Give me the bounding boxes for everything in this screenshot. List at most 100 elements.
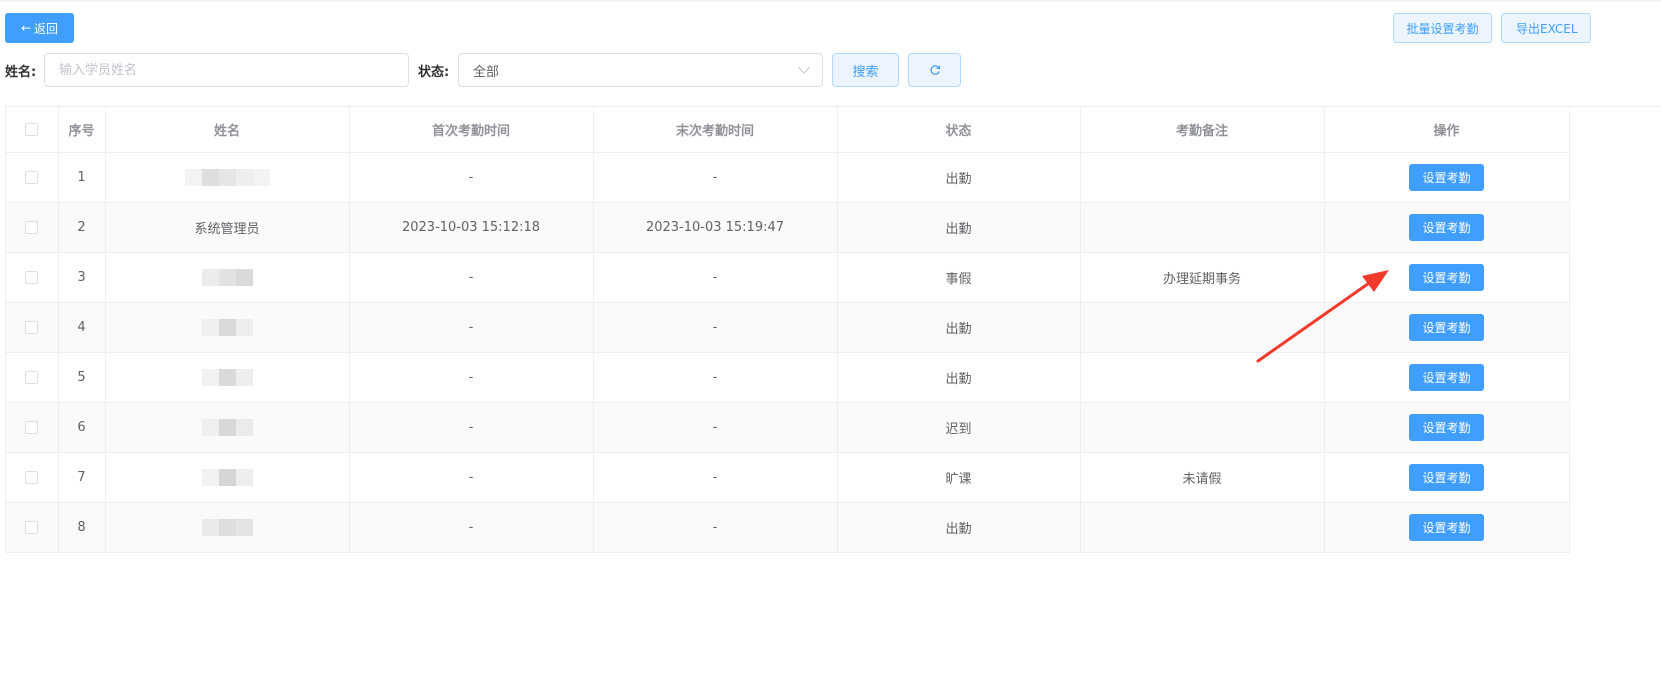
- name-search-input[interactable]: [44, 53, 409, 87]
- table-row: 6 - - 迟到 设置考勤: [6, 402, 1570, 453]
- row-last-time: -: [593, 352, 838, 403]
- row-status: 旷课: [837, 452, 1081, 503]
- row-index: 5: [58, 352, 106, 403]
- row-last-time: -: [593, 302, 838, 353]
- row-note: [1080, 502, 1325, 553]
- row-last-time: -: [593, 152, 838, 203]
- row-checkbox[interactable]: [25, 370, 39, 384]
- attendance-table: 序号 姓名 首次考勤时间 末次考勤时间 状态 考勤备注 操作 1 - - 出勤 …: [5, 106, 1661, 553]
- row-status: 出勤: [837, 302, 1081, 353]
- table-row: 8 - - 出勤 设置考勤: [6, 502, 1570, 553]
- table-header-row: 序号 姓名 首次考勤时间 末次考勤时间 状态 考勤备注 操作: [6, 107, 1570, 153]
- row-first-time: -: [349, 152, 594, 203]
- row-checkbox[interactable]: [25, 520, 39, 534]
- row-last-time: -: [593, 252, 838, 303]
- row-status: 出勤: [837, 502, 1081, 553]
- set-attendance-button[interactable]: 设置考勤: [1409, 263, 1484, 291]
- table-row: 1 - - 出勤 设置考勤: [6, 152, 1570, 203]
- set-attendance-button[interactable]: 设置考勤: [1409, 313, 1484, 341]
- row-status: 出勤: [837, 152, 1081, 203]
- search-button[interactable]: 搜索: [832, 53, 899, 87]
- row-checkbox[interactable]: [25, 170, 39, 184]
- row-name: 系统管理员: [105, 202, 350, 253]
- row-checkbox[interactable]: [25, 220, 39, 234]
- table-row: 4 - - 出勤 设置考勤: [6, 302, 1570, 353]
- blurred-name-image: [201, 268, 253, 286]
- row-name: [105, 302, 350, 353]
- set-attendance-button[interactable]: 设置考勤: [1409, 213, 1484, 241]
- row-name: [105, 352, 350, 403]
- header-name: 姓名: [105, 107, 350, 153]
- back-button-label: 返回: [34, 21, 59, 36]
- row-first-time: -: [349, 252, 594, 303]
- status-filter-label: 状态:: [418, 65, 450, 80]
- row-name: [105, 252, 350, 303]
- blurred-name-image: [201, 418, 253, 436]
- row-note: [1080, 302, 1325, 353]
- row-note: [1080, 152, 1325, 203]
- export-excel-button[interactable]: 导出EXCEL: [1501, 13, 1591, 43]
- header-last-time: 末次考勤时间: [593, 107, 838, 153]
- row-name: [105, 152, 350, 203]
- table-row: 3 - - 事假 办理延期事务 设置考勤: [6, 252, 1570, 303]
- blurred-name-image: [201, 368, 253, 386]
- row-first-time: -: [349, 402, 594, 453]
- row-note: [1080, 402, 1325, 453]
- row-last-time: 2023-10-03 15:19:47: [593, 202, 838, 253]
- status-select[interactable]: 全部: [458, 53, 823, 87]
- back-button[interactable]: ← 返回: [5, 13, 74, 43]
- set-attendance-button[interactable]: 设置考勤: [1409, 413, 1484, 441]
- row-note: [1080, 202, 1325, 253]
- refresh-icon: [929, 65, 940, 75]
- row-checkbox[interactable]: [25, 470, 39, 484]
- row-index: 7: [58, 452, 106, 503]
- row-name: [105, 502, 350, 553]
- row-last-time: -: [593, 452, 838, 503]
- row-checkbox[interactable]: [25, 420, 39, 434]
- row-last-time: -: [593, 402, 838, 453]
- set-attendance-button[interactable]: 设置考勤: [1409, 463, 1484, 491]
- row-index: 8: [58, 502, 106, 553]
- row-index: 3: [58, 252, 106, 303]
- row-name: [105, 402, 350, 453]
- row-last-time: -: [593, 502, 838, 553]
- name-filter-label: 姓名:: [5, 65, 37, 80]
- batch-set-attendance-button[interactable]: 批量设置考勤: [1393, 13, 1492, 43]
- set-attendance-button[interactable]: 设置考勤: [1409, 363, 1484, 391]
- header-select-all[interactable]: [6, 107, 59, 153]
- row-status: 事假: [837, 252, 1081, 303]
- row-note: 未请假: [1080, 452, 1325, 503]
- top-divider: [0, 0, 1661, 2]
- row-status: 出勤: [837, 202, 1081, 253]
- row-first-time: -: [349, 352, 594, 403]
- table-row: 2 系统管理员 2023-10-03 15:12:18 2023-10-03 1…: [6, 202, 1570, 253]
- row-index: 2: [58, 202, 106, 253]
- row-first-time: -: [349, 502, 594, 553]
- row-index: 6: [58, 402, 106, 453]
- table-row: 7 - - 旷课 未请假 设置考勤: [6, 452, 1570, 503]
- row-status: 迟到: [837, 402, 1081, 453]
- set-attendance-button[interactable]: 设置考勤: [1409, 163, 1484, 191]
- row-first-time: -: [349, 302, 594, 353]
- row-index: 1: [58, 152, 106, 203]
- header-status: 状态: [837, 107, 1081, 153]
- refresh-button[interactable]: [908, 53, 961, 87]
- row-name: [105, 452, 350, 503]
- table-row: 5 - - 出勤 设置考勤: [6, 352, 1570, 403]
- row-status: 出勤: [837, 352, 1081, 403]
- select-all-checkbox[interactable]: [25, 122, 39, 136]
- row-checkbox[interactable]: [25, 270, 39, 284]
- arrow-left-icon: ←: [20, 21, 32, 35]
- header-index: 序号: [58, 107, 106, 153]
- row-note: [1080, 352, 1325, 403]
- header-first-time: 首次考勤时间: [349, 107, 594, 153]
- status-select-value: 全部: [473, 64, 500, 80]
- blurred-name-image: [184, 168, 270, 186]
- set-attendance-button[interactable]: 设置考勤: [1409, 513, 1484, 541]
- row-checkbox[interactable]: [25, 320, 39, 334]
- header-action: 操作: [1324, 107, 1570, 153]
- header-note: 考勤备注: [1080, 107, 1325, 153]
- blurred-name-image: [201, 318, 253, 336]
- row-first-time: -: [349, 452, 594, 503]
- row-note: 办理延期事务: [1080, 252, 1325, 303]
